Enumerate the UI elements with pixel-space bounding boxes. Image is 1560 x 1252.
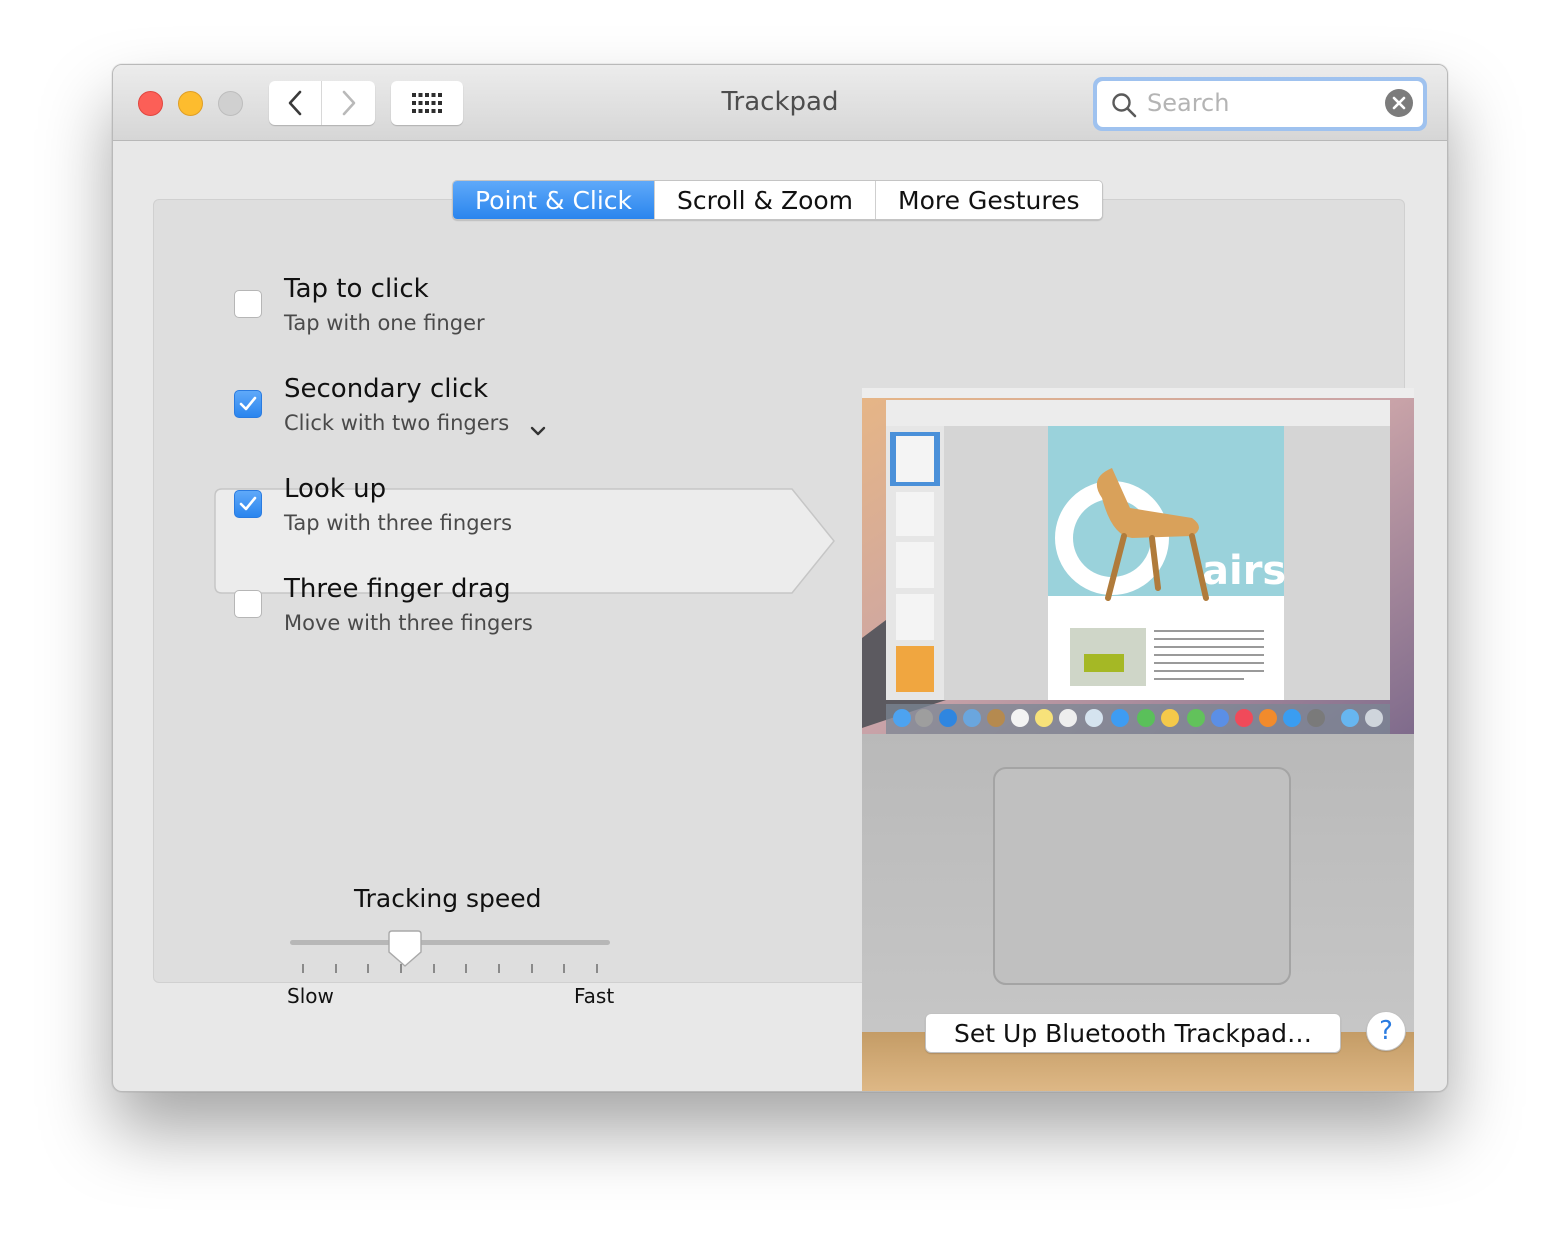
look-up-checkbox[interactable] xyxy=(234,490,262,518)
preferences-window: Trackpad Tap to click Tap with one finge… xyxy=(112,64,1448,1092)
title-bar: Trackpad xyxy=(113,65,1447,141)
three-finger-drag-checkbox[interactable] xyxy=(234,590,262,618)
trackpad-preview-image: airs xyxy=(862,388,1414,1091)
search-icon xyxy=(1111,92,1137,122)
slider-tick xyxy=(302,964,304,973)
tab-point-and-click[interactable]: Point & Click xyxy=(453,181,656,219)
slow-label: Slow xyxy=(287,984,334,1008)
tab-more-gestures[interactable]: More Gestures xyxy=(876,181,1102,219)
tap-to-click-checkbox[interactable] xyxy=(234,290,262,318)
clear-icon xyxy=(1392,96,1406,110)
slider-tick xyxy=(367,964,370,973)
slider-tick xyxy=(563,964,566,973)
option-subtitle: Tap with three fingers xyxy=(284,511,513,535)
slider-knob[interactable] xyxy=(388,930,422,972)
checkmark-icon xyxy=(239,496,257,511)
tab-bar: Point & Click Scroll & Zoom More Gesture… xyxy=(452,180,1103,220)
slider-tick xyxy=(465,964,468,973)
slider-tick xyxy=(432,964,435,973)
setup-bluetooth-trackpad-button[interactable]: Set Up Bluetooth Trackpad… xyxy=(925,1013,1341,1053)
secondary-click-dropdown[interactable] xyxy=(530,422,546,441)
tracking-speed-slider[interactable] xyxy=(290,940,610,945)
settings-panel: Tap to click Tap with one finger Seconda… xyxy=(153,199,1414,1091)
option-title: Three finger drag xyxy=(284,574,511,604)
secondary-click-checkbox[interactable] xyxy=(234,390,262,418)
tab-scroll-and-zoom[interactable]: Scroll & Zoom xyxy=(655,181,877,219)
option-title: Tap to click xyxy=(284,274,429,304)
chevron-down-icon xyxy=(530,426,546,436)
tracking-speed-label: Tracking speed xyxy=(354,884,542,913)
slider-tick xyxy=(530,964,533,973)
option-title: Look up xyxy=(284,474,387,504)
option-subtitle: Click with two fingers xyxy=(284,411,510,435)
clear-search-button[interactable] xyxy=(1385,89,1413,117)
checkmark-icon xyxy=(239,396,257,411)
slider-tick xyxy=(400,964,402,973)
slider-tick xyxy=(596,964,598,973)
slider-tick xyxy=(498,964,500,973)
slider-tick xyxy=(334,964,337,973)
option-title: Secondary click xyxy=(284,374,489,404)
help-button[interactable]: ? xyxy=(1366,1011,1406,1051)
search-field[interactable] xyxy=(1093,77,1427,131)
svg-text:airs: airs xyxy=(1202,548,1286,594)
option-subtitle: Move with three fingers xyxy=(284,611,533,635)
option-subtitle: Tap with one finger xyxy=(284,311,485,335)
fast-label: Fast xyxy=(574,984,615,1008)
search-input[interactable] xyxy=(1147,87,1367,119)
